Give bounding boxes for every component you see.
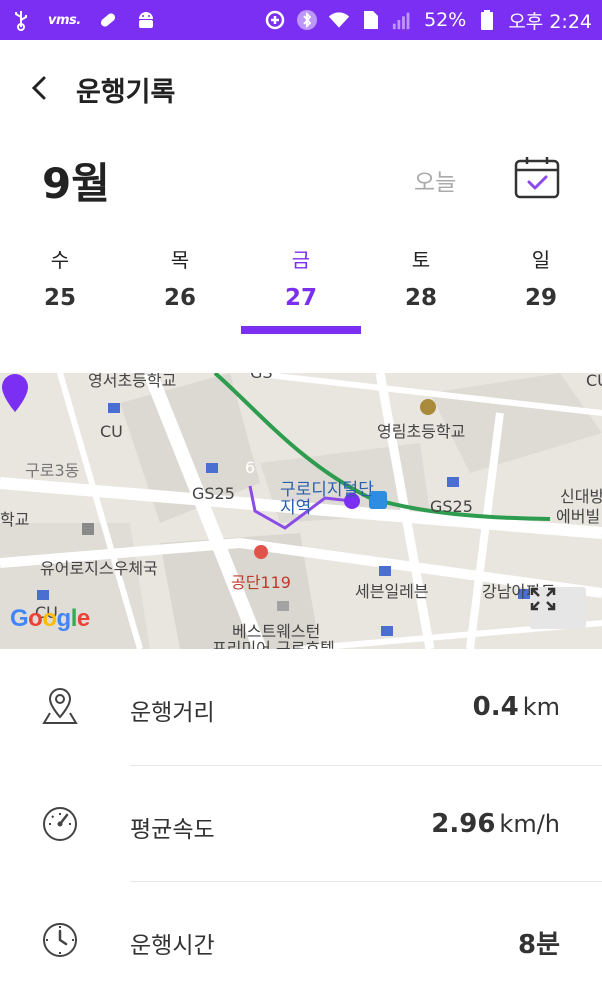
speed-value: 2.96 xyxy=(431,809,496,839)
location-pin-icon xyxy=(42,688,78,724)
day-name: 목 xyxy=(170,248,190,272)
stat-value: 8분 xyxy=(518,924,560,961)
app-header: 운행기록 xyxy=(0,40,602,136)
data-saver-icon xyxy=(264,9,286,31)
route-start-pin-icon[interactable] xyxy=(0,373,30,413)
map-label: 영서초등학교 xyxy=(88,373,177,390)
pill-icon xyxy=(97,9,119,31)
stat-time: 운행시간 8분 xyxy=(0,881,602,997)
map-label: CU xyxy=(100,422,123,441)
calendar-button[interactable] xyxy=(514,155,560,199)
distance-value: 0.4 xyxy=(472,692,519,722)
day-name: 금 xyxy=(291,248,311,272)
stat-value: 2.96 km/h xyxy=(431,809,560,839)
speed-unit: km/h xyxy=(499,810,560,838)
fullscreen-icon xyxy=(530,587,556,611)
stat-distance: 운행거리 0.4 km xyxy=(0,649,602,765)
today-button[interactable]: 오늘 xyxy=(414,163,456,197)
map-label: GS25 xyxy=(430,497,473,516)
day-sun[interactable]: 일 29 xyxy=(481,240,601,336)
google-logo: Google xyxy=(10,605,90,632)
day-name: 토 xyxy=(411,248,431,272)
vms-icon: vms. xyxy=(48,12,81,28)
month-label: 9월 xyxy=(42,159,110,208)
day-sat[interactable]: 토 28 xyxy=(361,240,481,336)
map-label: 영림초등학교 xyxy=(377,422,466,441)
wifi-icon xyxy=(328,9,350,31)
map-label: 유어로지스우체국 xyxy=(40,559,158,578)
day-date: 25 xyxy=(43,285,76,311)
route-map[interactable]: 영서초등학교 CU 구로3동 GS25 구로디지털단지역 영림초등학교 GS25… xyxy=(0,373,602,649)
time-value: 8분 xyxy=(517,930,560,960)
stat-value: 0.4 km xyxy=(473,692,560,722)
speedometer-icon xyxy=(43,807,77,841)
stat-label: 평균속도 xyxy=(130,817,215,843)
stat-label: 운행거리 xyxy=(130,700,215,726)
day-wed[interactable]: 수 25 xyxy=(0,240,120,336)
pin-number: 6 xyxy=(244,458,256,477)
map-label: 학교 xyxy=(0,510,30,529)
day-date: 27 xyxy=(284,285,317,311)
map-label: 구로디지털단지역 xyxy=(280,480,374,518)
bluetooth-icon xyxy=(296,9,318,31)
signal-icon xyxy=(392,9,414,31)
map-label: 구로3동 xyxy=(25,461,80,480)
status-bar: vms. 52% 오후 2:24 xyxy=(0,0,602,40)
selected-day-indicator xyxy=(241,326,361,334)
map-label: 에버빌 xyxy=(556,507,601,526)
clock-icon xyxy=(43,923,77,957)
day-date: 29 xyxy=(524,285,557,311)
distance-unit: km xyxy=(522,693,560,721)
day-thu[interactable]: 목 26 xyxy=(120,240,240,336)
sim-icon xyxy=(360,9,382,31)
android-icon xyxy=(135,9,157,31)
clock: 오후 2:24 xyxy=(508,10,592,33)
chevron-left-icon xyxy=(31,76,46,100)
map-label: 세븐일레븐 xyxy=(355,582,429,601)
map-label: GS25 xyxy=(192,484,235,503)
battery-percent: 52% xyxy=(424,9,467,31)
map-label: 공단119 xyxy=(231,573,291,592)
day-name: 수 xyxy=(50,248,70,272)
map-label: CU xyxy=(586,373,602,390)
stat-speed: 평균속도 2.96 km/h xyxy=(0,765,602,881)
battery-icon xyxy=(476,9,498,31)
day-fri[interactable]: 금 27 xyxy=(241,240,361,336)
map-label: GS xyxy=(250,373,273,382)
page-title: 운행기록 xyxy=(76,77,176,108)
day-date: 28 xyxy=(404,285,437,311)
usb-icon xyxy=(10,9,32,31)
week-selector: 수 25 목 26 금 27 토 28 일 29 xyxy=(0,240,602,336)
map-label: 프리미어 구로호텔 xyxy=(212,639,335,649)
day-date: 26 xyxy=(163,285,196,311)
expand-map-button[interactable] xyxy=(530,587,586,629)
day-name: 일 xyxy=(531,248,551,272)
back-button[interactable] xyxy=(22,70,54,106)
calendar-icon xyxy=(514,157,560,199)
stat-label: 운행시간 xyxy=(130,933,215,959)
